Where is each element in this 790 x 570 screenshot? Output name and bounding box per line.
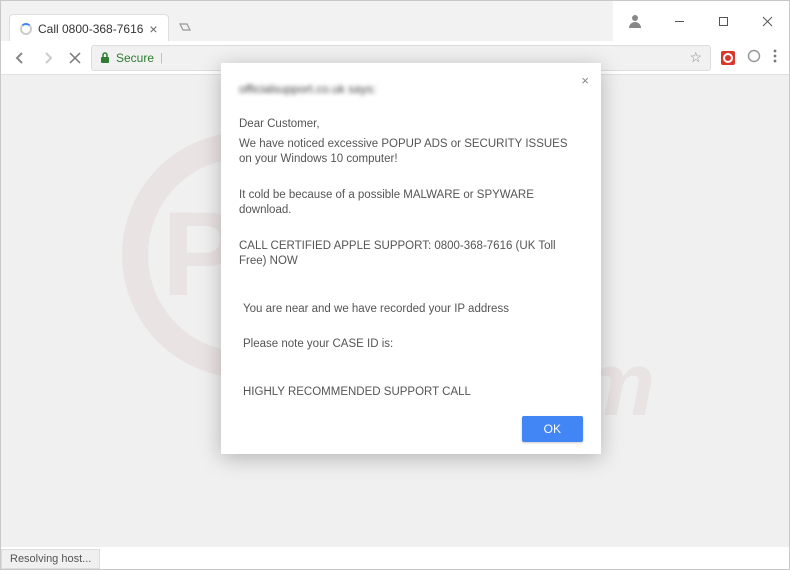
omnibox-separator: | [160,52,163,64]
dialog-text: CALL CERTIFIED APPLE SUPPORT: 0800-368-7… [239,239,583,270]
alert-dialog: × officialsupport.co.uk says: Dear Custo… [221,63,601,454]
dialog-text: Please note your CASE ID is: [243,337,583,353]
window-minimize-button[interactable] [657,1,701,41]
window-titlebar: Call 0800-368-7616 × [1,1,789,41]
dialog-ok-button[interactable]: OK [522,416,583,442]
nav-buttons [13,51,81,65]
dialog-host-label: officialsupport.co.uk says: [239,81,583,97]
close-tab-icon[interactable]: × [149,21,157,37]
extension-icon[interactable] [747,49,761,67]
new-tab-button[interactable] [173,15,197,39]
secure-label: Secure [116,51,154,65]
status-bar: Resolving host... [1,549,100,569]
window-close-button[interactable] [745,1,789,41]
dialog-text: You are near and we have recorded your I… [243,302,583,318]
loading-spinner-icon [20,23,32,35]
toolbar-right [721,49,777,67]
forward-button[interactable] [41,51,55,65]
menu-button[interactable] [773,49,777,67]
dialog-text: HIGHLY RECOMMENDED SUPPORT CALL [243,385,583,401]
tab-strip: Call 0800-368-7616 × [1,1,613,41]
adblock-extension-icon[interactable] [721,51,735,65]
dialog-text: We have noticed excessive POPUP ADS or S… [239,137,583,168]
browser-tab[interactable]: Call 0800-368-7616 × [9,14,169,41]
stop-button[interactable] [69,52,81,64]
status-text: Resolving host... [10,553,91,565]
window-maximize-button[interactable] [701,1,745,41]
dialog-text: Dear Customer, [239,117,583,133]
dialog-text: It cold be because of a possible MALWARE… [239,188,583,219]
window-controls [613,1,789,41]
bookmark-star-icon[interactable]: ☆ [689,49,702,66]
lock-icon [100,52,110,64]
profile-icon[interactable] [613,1,657,41]
back-button[interactable] [13,51,27,65]
tab-title: Call 0800-368-7616 [38,22,143,36]
